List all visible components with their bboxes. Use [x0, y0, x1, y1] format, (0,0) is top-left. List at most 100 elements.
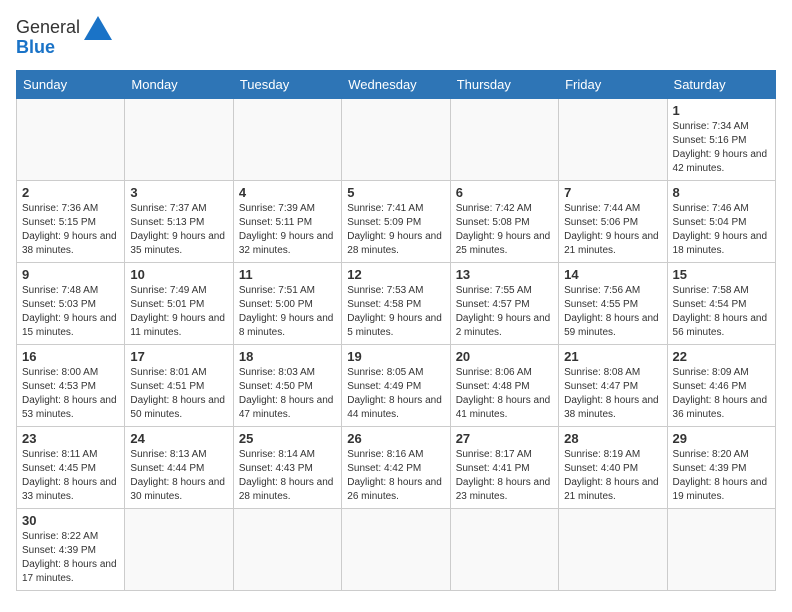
day-info: Sunrise: 8:19 AM Sunset: 4:40 PM Dayligh…	[564, 448, 661, 504]
day-number: 1	[673, 103, 770, 118]
calendar-week-row: 9 Sunrise: 7:48 AM Sunset: 5:03 PM Daylig…	[17, 262, 776, 344]
day-info: Sunrise: 8:08 AM Sunset: 4:47 PM Dayligh…	[564, 366, 661, 422]
day-number: 10	[130, 267, 227, 282]
calendar-cell	[559, 98, 667, 180]
calendar-cell: 21 Sunrise: 8:08 AM Sunset: 4:47 PM Dayli…	[559, 344, 667, 426]
day-number: 14	[564, 267, 661, 282]
day-info: Sunrise: 7:34 AM Sunset: 5:16 PM Dayligh…	[673, 120, 770, 176]
day-number: 19	[347, 349, 444, 364]
calendar-cell: 26 Sunrise: 8:16 AM Sunset: 4:42 PM Dayli…	[342, 426, 450, 508]
calendar-week-row: 23Sunrise: 8:11 AM Sunset: 4:45 PM Dayli…	[17, 426, 776, 508]
calendar-cell: 29Sunrise: 8:20 AM Sunset: 4:39 PM Dayli…	[667, 426, 775, 508]
day-info: Sunrise: 8:06 AM Sunset: 4:48 PM Dayligh…	[456, 366, 553, 422]
day-number: 26	[347, 431, 444, 446]
calendar-cell: 20 Sunrise: 8:06 AM Sunset: 4:48 PM Dayli…	[450, 344, 558, 426]
calendar-cell: 23Sunrise: 8:11 AM Sunset: 4:45 PM Dayli…	[17, 426, 125, 508]
day-info: Sunrise: 8:22 AM Sunset: 4:39 PM Dayligh…	[22, 530, 119, 586]
day-number: 8	[673, 185, 770, 200]
day-info: Sunrise: 8:17 AM Sunset: 4:41 PM Dayligh…	[456, 448, 553, 504]
weekday-header-row: SundayMondayTuesdayWednesdayThursdayFrid…	[17, 70, 776, 98]
calendar-cell: 3 Sunrise: 7:37 AM Sunset: 5:13 PM Daylig…	[125, 180, 233, 262]
calendar-cell: 24 Sunrise: 8:13 AM Sunset: 4:44 PM Dayli…	[125, 426, 233, 508]
day-info: Sunrise: 7:41 AM Sunset: 5:09 PM Dayligh…	[347, 202, 444, 258]
day-info: Sunrise: 7:42 AM Sunset: 5:08 PM Dayligh…	[456, 202, 553, 258]
weekday-header-monday: Monday	[125, 70, 233, 98]
calendar-cell	[233, 98, 341, 180]
weekday-header-sunday: Sunday	[17, 70, 125, 98]
day-info: Sunrise: 7:53 AM Sunset: 4:58 PM Dayligh…	[347, 284, 444, 340]
day-info: Sunrise: 7:37 AM Sunset: 5:13 PM Dayligh…	[130, 202, 227, 258]
calendar-cell: 12Sunrise: 7:53 AM Sunset: 4:58 PM Dayli…	[342, 262, 450, 344]
day-info: Sunrise: 7:44 AM Sunset: 5:06 PM Dayligh…	[564, 202, 661, 258]
day-number: 22	[673, 349, 770, 364]
calendar-cell: 6 Sunrise: 7:42 AM Sunset: 5:08 PM Daylig…	[450, 180, 558, 262]
calendar-cell: 9 Sunrise: 7:48 AM Sunset: 5:03 PM Daylig…	[17, 262, 125, 344]
day-info: Sunrise: 8:11 AM Sunset: 4:45 PM Dayligh…	[22, 448, 119, 504]
calendar-cell	[17, 98, 125, 180]
day-number: 16	[22, 349, 119, 364]
calendar-cell: 2 Sunrise: 7:36 AM Sunset: 5:15 PM Daylig…	[17, 180, 125, 262]
calendar-cell: 17 Sunrise: 8:01 AM Sunset: 4:51 PM Dayli…	[125, 344, 233, 426]
day-number: 11	[239, 267, 336, 282]
day-info: Sunrise: 7:36 AM Sunset: 5:15 PM Dayligh…	[22, 202, 119, 258]
day-number: 4	[239, 185, 336, 200]
day-number: 5	[347, 185, 444, 200]
calendar-cell: 18 Sunrise: 8:03 AM Sunset: 4:50 PM Dayli…	[233, 344, 341, 426]
day-number: 7	[564, 185, 661, 200]
day-number: 3	[130, 185, 227, 200]
calendar-cell: 13 Sunrise: 7:55 AM Sunset: 4:57 PM Dayli…	[450, 262, 558, 344]
calendar-cell	[450, 508, 558, 590]
calendar-week-row: 2 Sunrise: 7:36 AM Sunset: 5:15 PM Daylig…	[17, 180, 776, 262]
day-info: Sunrise: 8:20 AM Sunset: 4:39 PM Dayligh…	[673, 448, 770, 504]
calendar-cell	[450, 98, 558, 180]
day-info: Sunrise: 7:56 AM Sunset: 4:55 PM Dayligh…	[564, 284, 661, 340]
day-number: 25	[239, 431, 336, 446]
calendar-cell	[667, 508, 775, 590]
day-info: Sunrise: 8:13 AM Sunset: 4:44 PM Dayligh…	[130, 448, 227, 504]
logo-triangle-icon	[84, 16, 112, 40]
calendar-cell: 28 Sunrise: 8:19 AM Sunset: 4:40 PM Dayli…	[559, 426, 667, 508]
calendar-cell	[342, 508, 450, 590]
day-number: 21	[564, 349, 661, 364]
calendar-cell: 10Sunrise: 7:49 AM Sunset: 5:01 PM Dayli…	[125, 262, 233, 344]
day-info: Sunrise: 7:48 AM Sunset: 5:03 PM Dayligh…	[22, 284, 119, 340]
calendar-cell: 1 Sunrise: 7:34 AM Sunset: 5:16 PM Daylig…	[667, 98, 775, 180]
calendar-cell: 19 Sunrise: 8:05 AM Sunset: 4:49 PM Dayli…	[342, 344, 450, 426]
day-info: Sunrise: 7:51 AM Sunset: 5:00 PM Dayligh…	[239, 284, 336, 340]
day-number: 24	[130, 431, 227, 446]
day-number: 28	[564, 431, 661, 446]
calendar-cell	[125, 508, 233, 590]
day-info: Sunrise: 7:46 AM Sunset: 5:04 PM Dayligh…	[673, 202, 770, 258]
day-number: 17	[130, 349, 227, 364]
day-info: Sunrise: 8:03 AM Sunset: 4:50 PM Dayligh…	[239, 366, 336, 422]
day-number: 9	[22, 267, 119, 282]
day-number: 13	[456, 267, 553, 282]
weekday-header-friday: Friday	[559, 70, 667, 98]
day-number: 6	[456, 185, 553, 200]
logo: General Blue	[16, 16, 112, 58]
calendar-cell: 14 Sunrise: 7:56 AM Sunset: 4:55 PM Dayli…	[559, 262, 667, 344]
calendar-cell: 5 Sunrise: 7:41 AM Sunset: 5:09 PM Daylig…	[342, 180, 450, 262]
day-number: 2	[22, 185, 119, 200]
day-info: Sunrise: 8:01 AM Sunset: 4:51 PM Dayligh…	[130, 366, 227, 422]
day-info: Sunrise: 8:05 AM Sunset: 4:49 PM Dayligh…	[347, 366, 444, 422]
weekday-header-wednesday: Wednesday	[342, 70, 450, 98]
day-number: 20	[456, 349, 553, 364]
day-info: Sunrise: 8:16 AM Sunset: 4:42 PM Dayligh…	[347, 448, 444, 504]
calendar-cell	[125, 98, 233, 180]
day-info: Sunrise: 7:55 AM Sunset: 4:57 PM Dayligh…	[456, 284, 553, 340]
calendar-cell: 27Sunrise: 8:17 AM Sunset: 4:41 PM Dayli…	[450, 426, 558, 508]
page-header: General Blue	[16, 16, 776, 58]
day-number: 30	[22, 513, 119, 528]
calendar-week-row: 16Sunrise: 8:00 AM Sunset: 4:53 PM Dayli…	[17, 344, 776, 426]
calendar-cell	[342, 98, 450, 180]
calendar-week-row: 1 Sunrise: 7:34 AM Sunset: 5:16 PM Daylig…	[17, 98, 776, 180]
day-info: Sunrise: 7:58 AM Sunset: 4:54 PM Dayligh…	[673, 284, 770, 340]
calendar-cell: 7 Sunrise: 7:44 AM Sunset: 5:06 PM Daylig…	[559, 180, 667, 262]
logo-text-blue: Blue	[16, 38, 55, 58]
weekday-header-saturday: Saturday	[667, 70, 775, 98]
day-info: Sunrise: 8:14 AM Sunset: 4:43 PM Dayligh…	[239, 448, 336, 504]
weekday-header-tuesday: Tuesday	[233, 70, 341, 98]
calendar-cell: 15Sunrise: 7:58 AM Sunset: 4:54 PM Dayli…	[667, 262, 775, 344]
day-number: 18	[239, 349, 336, 364]
